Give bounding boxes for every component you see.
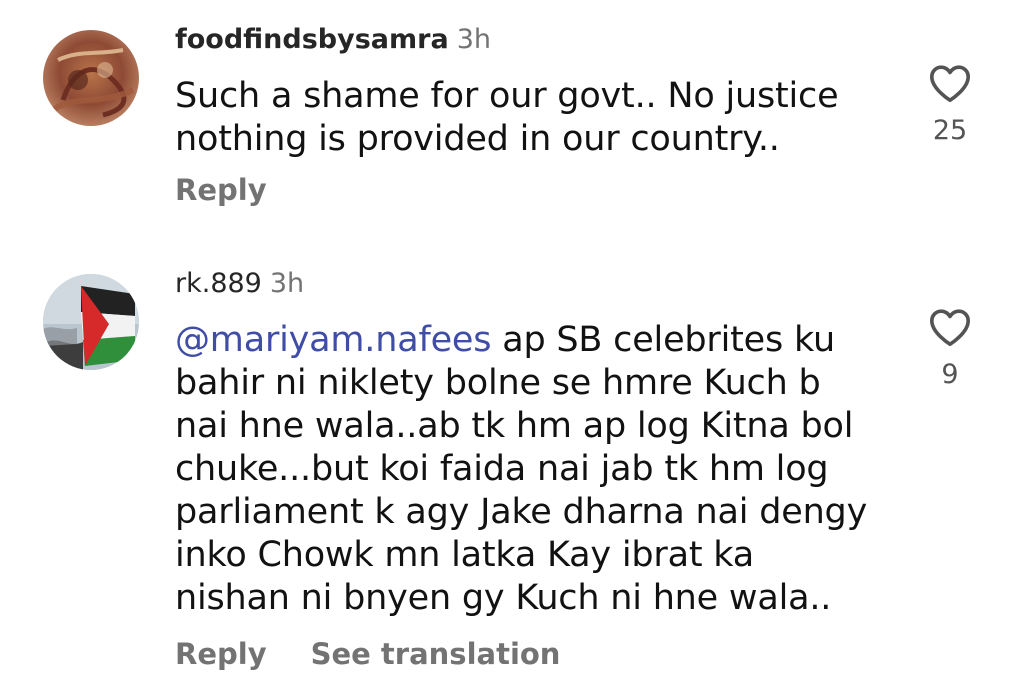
comment-meta: rk.889 3h: [175, 268, 304, 300]
like-control: 9: [920, 307, 980, 391]
comment-username[interactable]: rk.889: [175, 268, 262, 299]
like-count: 9: [941, 359, 959, 390]
comment-item: rk.889 3h @mariyam.nafees ap SB celebrite…: [0, 0, 1024, 686]
comment-actions: Reply See translation: [175, 637, 560, 671]
comment-body: ap SB celebrites ku bahir ni niklety bol…: [175, 320, 868, 618]
mention-link[interactable]: @mariyam.nafees: [175, 320, 491, 360]
heart-outline-icon[interactable]: [920, 307, 980, 347]
comment-text: @mariyam.nafees ap SB celebrites ku bahi…: [175, 319, 875, 620]
see-translation-button[interactable]: See translation: [311, 637, 561, 671]
avatar-image: [43, 274, 139, 370]
comment-timestamp: 3h: [269, 268, 305, 299]
avatar[interactable]: [43, 274, 139, 370]
reply-button[interactable]: Reply: [175, 637, 267, 671]
